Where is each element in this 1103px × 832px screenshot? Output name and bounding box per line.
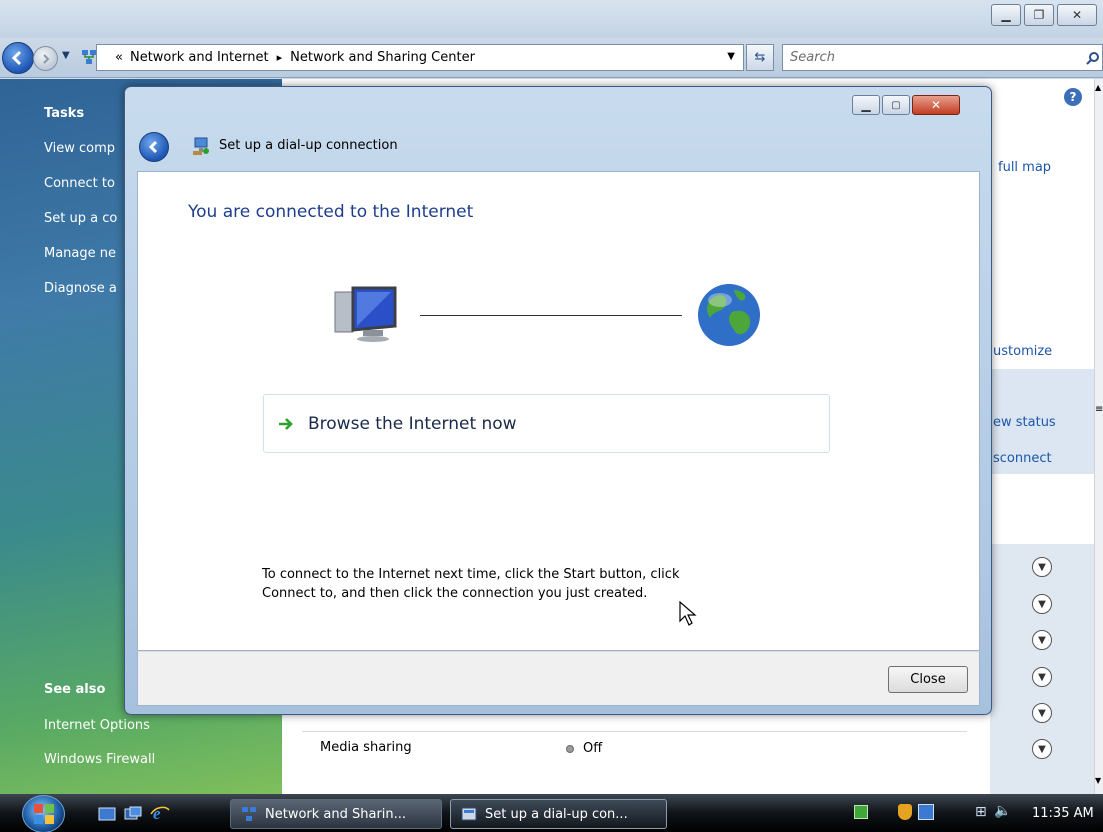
recent-pages-chevron-icon[interactable]: ▼ (62, 50, 70, 61)
window-close-button[interactable]: ✕ (1057, 4, 1097, 26)
task-view-computers[interactable]: View comp (44, 141, 115, 156)
browse-internet-link[interactable]: Browse the Internet now (263, 394, 830, 453)
close-button[interactable]: Close (888, 666, 968, 693)
customize-link[interactable]: ustomize (993, 344, 1052, 359)
svg-text:e: e (153, 804, 161, 822)
windows-logo-icon (34, 804, 54, 824)
refresh-icon: ⇆ (754, 50, 766, 65)
search-placeholder: Search (790, 50, 835, 65)
link-windows-firewall[interactable]: Windows Firewall (44, 752, 155, 767)
search-input[interactable]: Search (782, 44, 1103, 71)
security-shield-icon[interactable] (898, 804, 912, 820)
globe-icon (698, 284, 760, 346)
help-icon[interactable]: ? (1064, 88, 1082, 106)
address-prefix: « (115, 50, 123, 65)
forward-button[interactable] (33, 46, 58, 71)
connected-heading: You are connected to the Internet (188, 202, 474, 222)
network-icon (82, 50, 96, 64)
dial-up-icon (461, 807, 477, 821)
mouse-cursor-icon (679, 601, 697, 626)
task-diagnose-and-repair[interactable]: Diagnose a (44, 281, 117, 296)
instruction-text: To connect to the Internet next time, cl… (262, 567, 680, 601)
forward-arrow-icon (42, 53, 49, 64)
internet-explorer-icon[interactable]: e (150, 804, 170, 822)
search-icon[interactable] (1086, 51, 1100, 65)
link-internet-options[interactable]: Internet Options (44, 718, 150, 733)
breadcrumb-network-and-internet[interactable]: Network and Internet (130, 50, 269, 65)
dialog-back-button[interactable] (139, 132, 169, 162)
media-sharing-value: Off (583, 741, 603, 756)
dialog-footer: Close (137, 651, 980, 706)
expand-chevron-icon[interactable]: ▼ (1032, 703, 1052, 723)
network-status-icon[interactable] (854, 805, 868, 819)
back-arrow-icon (11, 50, 22, 66)
taskbar-dialup-setup[interactable]: Set up a dial-up con... (450, 799, 667, 829)
task-set-up-connection[interactable]: Set up a co (44, 211, 117, 226)
tray-app-icon[interactable] (918, 804, 934, 820)
vertical-scrollbar[interactable]: ▲ ≡ ▼ (1094, 79, 1103, 794)
close-icon: ✕ (930, 98, 942, 112)
show-desktop-icon[interactable] (98, 806, 116, 822)
expand-chevron-icon[interactable]: ▼ (1032, 594, 1052, 614)
breadcrumb-separator[interactable]: ▸ (277, 51, 283, 64)
restore-icon: ❐ (1033, 8, 1045, 22)
taskbar-network-center[interactable]: Network and Sharin... (230, 799, 442, 829)
navigation-bar: ▼ « Network and Internet ▸ Network and S… (0, 38, 1103, 78)
minimize-button[interactable]: ▁ (991, 4, 1021, 26)
view-full-map-link[interactable]: full map (998, 160, 1051, 175)
taskbar-item-label: Set up a dial-up con... (485, 806, 628, 822)
sharing-row-media (302, 731, 967, 732)
network-icon (242, 807, 256, 821)
window-titlebar: ▁ ❐ ✕ (0, 0, 1103, 38)
dialog-minimize-button[interactable]: ▁ (852, 95, 880, 115)
expand-chevron-icon[interactable]: ▼ (1032, 557, 1052, 577)
breadcrumb-network-and-sharing-center[interactable]: Network and Sharing Center (290, 50, 475, 65)
dial-up-dialog: ▁ ▢ ✕ Set up a dial-up connection You ar… (124, 86, 992, 715)
scroll-up-icon[interactable]: ▲ (1095, 83, 1101, 92)
start-button[interactable] (22, 795, 65, 832)
status-off-dot-icon (566, 745, 574, 753)
task-connect-to[interactable]: Connect to (44, 176, 115, 191)
volume-icon[interactable]: 🔈 (994, 803, 1011, 819)
scroll-down-icon[interactable]: ▼ (1095, 776, 1101, 785)
browse-internet-label: Browse the Internet now (308, 413, 517, 434)
restore-button[interactable]: ❐ (1024, 4, 1054, 26)
disconnect-link[interactable]: sconnect (993, 451, 1052, 466)
network-connection-icon[interactable]: ⊞ (975, 804, 987, 820)
minimize-icon: ▁ (861, 98, 871, 112)
dialog-close-button[interactable]: ✕ (912, 95, 960, 115)
scroll-grip-icon[interactable]: ≡ (1095, 404, 1103, 415)
dialog-maximize-button[interactable]: ▢ (882, 95, 910, 115)
see-also-header: See also (44, 682, 106, 697)
dial-up-icon (193, 137, 209, 155)
dialog-title: Set up a dial-up connection (219, 138, 398, 153)
dialog-body: You are connected to the Internet Browse… (137, 171, 980, 651)
address-bar[interactable]: « Network and Internet ▸ Network and Sha… (82, 44, 744, 71)
clock[interactable]: 11:35 AM (1032, 806, 1094, 821)
dialog-titlebar: ▁ ▢ ✕ Set up a dial-up connection (125, 87, 991, 171)
connection-line (420, 315, 682, 316)
tasks-header: Tasks (44, 106, 85, 121)
taskbar: e Network and Sharin... Set up a dial-up… (0, 794, 1103, 832)
view-status-link[interactable]: ew status (993, 415, 1056, 430)
expand-chevron-icon[interactable]: ▼ (1032, 739, 1052, 759)
address-dropdown-icon[interactable]: ▼ (727, 51, 735, 62)
expand-chevron-icon[interactable]: ▼ (1032, 667, 1052, 687)
media-sharing-label: Media sharing (320, 740, 412, 755)
taskbar-item-label: Network and Sharin... (265, 806, 407, 822)
expand-chevron-icon[interactable]: ▼ (1032, 630, 1052, 650)
minimize-icon: ▁ (1001, 8, 1011, 22)
green-arrow-icon (279, 418, 293, 430)
close-icon: ✕ (1071, 8, 1083, 22)
task-manage-networks[interactable]: Manage ne (44, 246, 116, 261)
back-button[interactable] (2, 42, 34, 74)
refresh-button[interactable]: ⇆ (746, 44, 774, 71)
maximize-icon: ▢ (891, 99, 901, 111)
computer-icon (334, 286, 397, 342)
switch-windows-icon[interactable] (124, 806, 142, 822)
back-arrow-icon (148, 140, 158, 154)
